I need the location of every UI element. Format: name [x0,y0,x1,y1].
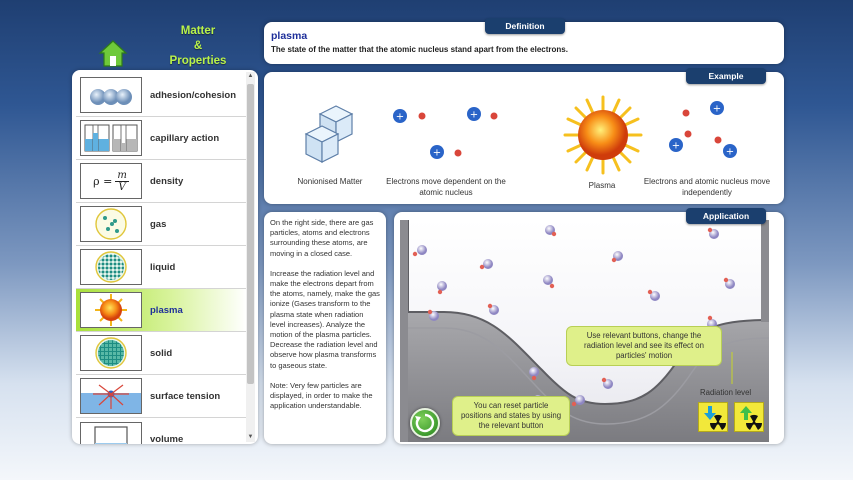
sidebar-item-label: liquid [150,261,176,273]
definition-tab: Definition [485,18,565,34]
density-formula-fraction: m V [115,169,129,193]
definition-word: plasma [271,30,308,42]
topic-list: adhesion/cohesion capillary action ρ = m… [76,74,246,444]
radiation-decrease-icon [704,406,727,430]
example-tab: Example [686,68,766,84]
sidebar-item-label: density [150,175,184,187]
sidebar-item-gas[interactable]: gas [76,203,246,246]
svg-text:+: + [713,104,721,115]
proton-icon: + [710,101,724,115]
radiation-buttons-callout: Use relevant buttons, change the radiati… [566,326,722,366]
liquid-thumb-icon [80,249,142,285]
app-title-line-1: Matter [180,25,216,37]
reset-button[interactable] [410,408,440,438]
description-paragraph-1: On the right side, there are gas particl… [270,218,374,258]
sidebar-item-label: gas [150,218,167,230]
svg-text:+: + [672,141,680,152]
description-paragraph-3: Note: Very few particles are displayed, … [270,380,373,411]
density-formula-denominator: V [118,181,126,193]
svg-text:+: + [726,147,734,158]
application-panel: Use relevant buttons, change the radiati… [394,212,784,444]
sidebar-item-adhesion-cohesion[interactable]: adhesion/cohesion [76,74,246,117]
adhesion-thumb-icon [80,77,142,113]
sidebar-item-label: surface tension [150,390,221,402]
home-button[interactable] [98,38,128,68]
definition-text: The state of the matter that the atomic … [271,45,568,54]
svg-text:+: + [470,110,478,121]
sidebar-item-label: capillary action [150,132,220,144]
svg-text:+: + [433,148,441,159]
app-title-line-2: & [193,40,203,52]
description-panel: On the right side, there are gas particl… [264,212,386,444]
proton-icon: + [430,145,444,159]
bound-electrons-diagram: + + + [393,107,498,159]
density-formula-numerator: m [115,169,129,182]
sidebar-item-solid[interactable]: solid [76,332,246,375]
scroll-thumb[interactable] [247,84,254,384]
sidebar-item-liquid[interactable]: liquid [76,246,246,289]
proton-icon: + [467,107,481,121]
example-caption-plasma: Plasma [588,181,616,190]
gas-thumb-icon [80,206,142,242]
proton-icon: + [723,144,737,158]
example-caption-dependent: Electrons move dependent on the atomic n… [386,177,506,197]
volume-thumb-icon [80,421,142,444]
sidebar-item-plasma[interactable]: plasma [76,289,246,332]
reset-callout: You can reset particle positions and sta… [452,396,570,436]
example-caption-independent: Electrons and atomic nucleus move indepe… [643,177,771,197]
app-title-line-3: Properties [169,55,227,67]
example-caption-nonionised: Nonionised Matter [297,177,363,186]
application-tab: Application [686,208,766,224]
surface-tension-thumb-icon [80,378,142,414]
home-icon [98,40,128,67]
scroll-up-icon[interactable]: ▲ [246,72,255,81]
density-formula-lhs: ρ = [93,174,113,188]
sidebar-item-volume[interactable]: volume [76,418,246,444]
reset-icon [415,413,435,433]
free-particles-diagram: + + + [669,101,737,158]
sidebar-item-label: plasma [150,304,183,316]
capillary-thumb-icon [80,120,142,156]
plasma-thumb-icon [80,292,142,328]
ice-cube-icon [304,105,354,163]
sidebar-item-label: solid [150,347,173,359]
sidebar-item-capillary-action[interactable]: capillary action [76,117,246,160]
solid-thumb-icon [80,335,142,371]
sidebar-item-surface-tension[interactable]: surface tension [76,375,246,418]
radiation-increase-icon [740,406,763,430]
example-panel: Nonionised Matter + + + Electrons move d… [264,72,784,204]
sidebar-item-density[interactable]: ρ = m V density [76,160,246,203]
sidebar-scrollbar[interactable]: ▲ ▼ [246,72,255,442]
increase-radiation-button[interactable] [734,402,764,432]
scroll-down-icon[interactable]: ▼ [246,433,255,442]
description-paragraph-2: Increase the radiation level and make th… [270,268,380,370]
app-title: Matter & Properties [158,24,238,69]
sidebar-item-label: volume [150,434,184,444]
sidebar-item-label: adhesion/cohesion [150,89,237,101]
decrease-radiation-button[interactable] [698,402,728,432]
simulation-canvas: Use relevant buttons, change the radiati… [400,220,769,442]
radiation-level-label: Radiation level [700,388,752,397]
density-formula-thumb: ρ = m V [80,163,142,199]
svg-text:+: + [396,112,404,123]
topic-sidebar: adhesion/cohesion capillary action ρ = m… [72,70,258,444]
sun-plasma-icon [563,95,643,175]
proton-icon: + [393,109,407,123]
proton-icon: + [669,138,683,152]
